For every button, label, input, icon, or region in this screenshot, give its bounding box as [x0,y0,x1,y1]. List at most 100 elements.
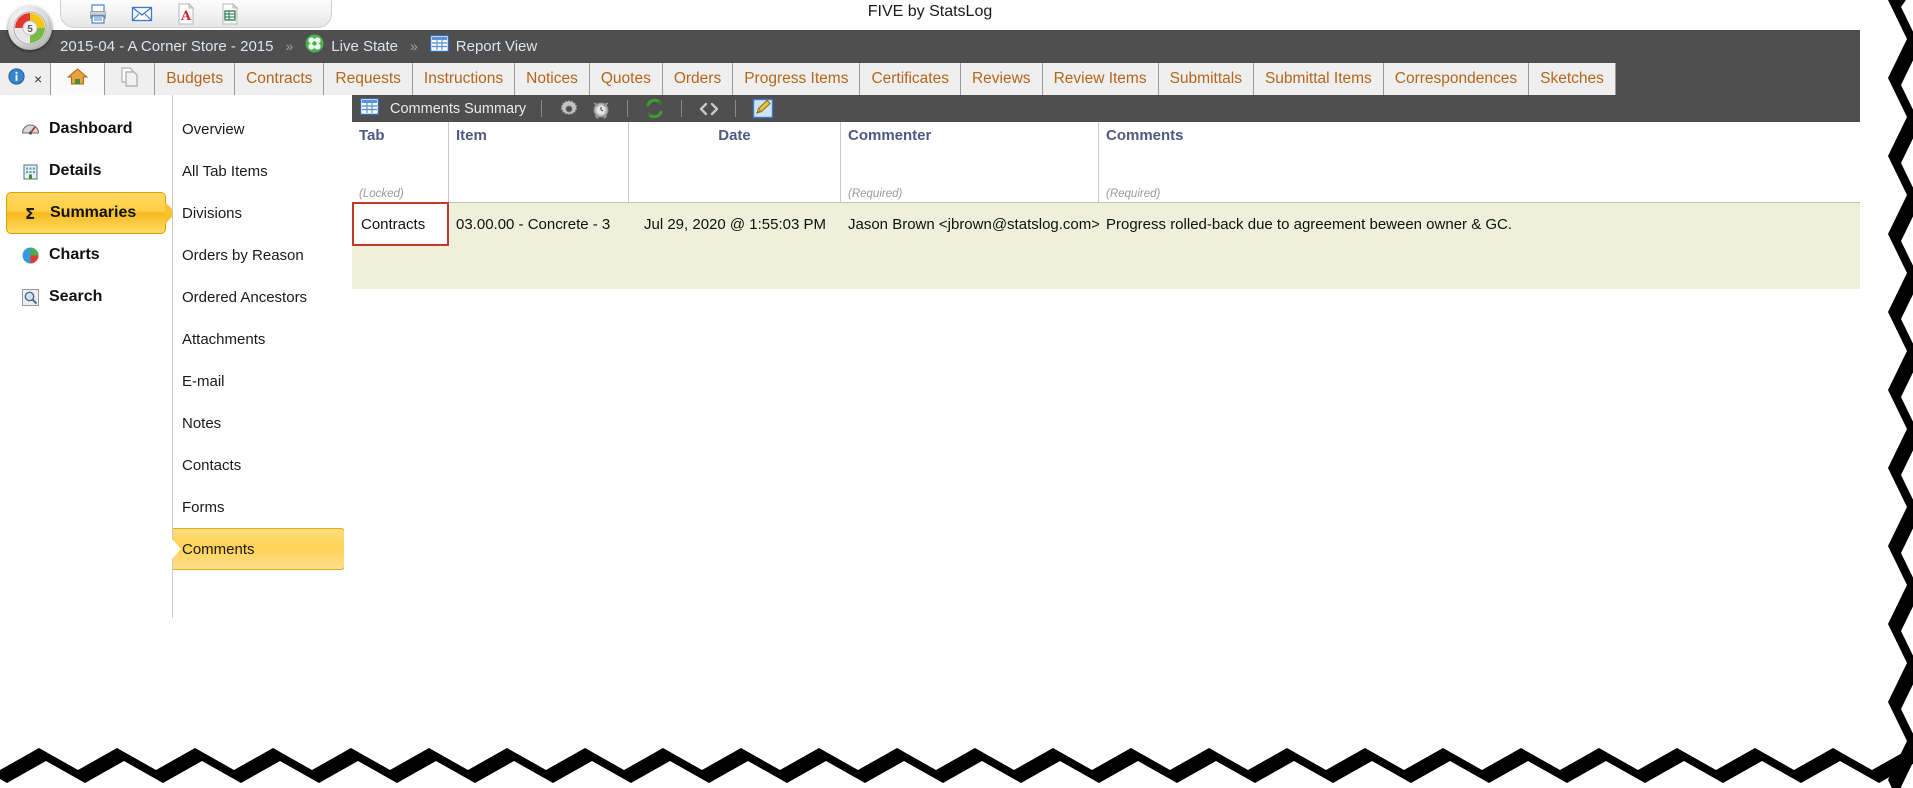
excel-icon[interactable] [217,2,243,26]
panel-title: Comments Summary [390,100,527,117]
cell-comments[interactable]: Progress rolled-back due to agreement be… [1099,203,1860,245]
magnifier-icon [20,287,40,307]
subnav-item-e-mail[interactable]: E-mail [173,360,344,402]
toolbar-divider [627,100,629,117]
report-grid: Tab (Locked) Item Date Commenter (Required) Co… [352,122,1860,289]
cell-item[interactable]: 03.00.00 - Concrete - 3 [449,203,629,245]
subnav-item-label: Forms [182,498,225,516]
subnav-item-label: Ordered Ancestors [182,288,308,306]
tab-sketches[interactable]: Sketches [1529,63,1616,95]
breadcrumb-project[interactable]: 2015-04 - A Corner Store - 2015 [60,38,273,55]
sigma-icon: Σ [21,203,41,223]
breadcrumb-report-view[interactable]: Report View [429,34,538,57]
toolbar-divider [541,100,543,117]
building-icon [20,161,40,181]
table-row[interactable] [352,245,1860,289]
primary-sidebar: Dashboard Details Σ Summaries Charts Search [0,95,172,618]
sidebar-item-label: Charts [49,246,100,263]
subnav-item-attachments[interactable]: Attachments [173,318,344,360]
tab-orders[interactable]: Orders [662,63,734,95]
sidebar-item-summaries[interactable]: Σ Summaries [6,192,166,234]
tab-progress-items[interactable]: Progress Items [733,63,861,95]
tab-quotes[interactable]: Quotes [589,63,663,95]
column-header-item[interactable]: Item [449,122,629,202]
tab-correspondences[interactable]: Correspondences [1383,63,1530,95]
cell-tab[interactable]: Contracts [352,202,449,246]
cell-commenter[interactable]: Jason Brown <jbrown@statslog.com> [841,203,1099,245]
edit-pencil-icon[interactable] [751,98,774,120]
column-header-date[interactable]: Date [629,122,841,202]
column-header-tab[interactable]: Tab (Locked) [352,122,449,202]
subnav-item-label: All Tab Items [182,162,268,180]
cell-date[interactable]: Jul 29, 2020 @ 1:55:03 PM [629,203,841,245]
subnav-item-label: Attachments [182,330,266,348]
settings-gear-icon[interactable] [557,98,580,120]
email-icon[interactable] [129,2,155,26]
sidebar-item-charts[interactable]: Charts [6,234,166,276]
subnav-item-overview[interactable]: Overview [173,108,344,150]
toolbar-divider [735,100,737,117]
subnav-item-comments[interactable]: Comments [173,528,345,570]
tab-certificates[interactable]: Certificates [860,63,961,95]
column-header-commenter[interactable]: Commenter (Required) [841,122,1099,202]
subnav-item-orders-by-reason[interactable]: Orders by Reason [173,234,344,276]
subnav-item-notes[interactable]: Notes [173,402,344,444]
gauge-icon [20,119,40,139]
column-header-comments[interactable]: Comments (Required) [1099,122,1860,202]
tab-documents[interactable] [105,63,156,95]
tab-budgets[interactable]: Budgets [155,63,236,95]
subnav-item-forms[interactable]: Forms [173,486,344,528]
tab-contracts[interactable]: Contracts [235,63,325,95]
svg-text:A: A [180,9,192,24]
cell-tab[interactable] [352,245,449,289]
sidebar-item-label: Details [49,162,102,179]
subnav-item-label: Comments [182,540,255,558]
toolbar-divider [681,100,683,117]
column-header-label: Commenter [848,127,932,144]
breadcrumb-live-state[interactable]: Live State [305,34,398,58]
table-row[interactable]: Contracts 03.00.00 - Concrete - 3 Jul 29, … [352,202,1860,246]
subnav-item-ordered-ancestors[interactable]: Ordered Ancestors [173,276,344,318]
breadcrumb-separator-1: » [285,38,294,54]
app-logo-orb[interactable]: 5 [8,6,52,50]
breadcrumb: 2015-04 - A Corner Store - 2015 » Live S… [0,30,1860,62]
sidebar-item-dashboard[interactable]: Dashboard [6,108,166,150]
tab-home[interactable] [51,63,106,95]
tab-submittals[interactable]: Submittals [1158,63,1254,95]
tab-notices[interactable]: Notices [515,63,590,95]
sidebar-item-details[interactable]: Details [6,150,166,192]
tab-review-items[interactable]: Review Items [1042,63,1159,95]
table-grid-icon [429,34,449,57]
panel-toolbar: Comments Summary [352,95,1860,122]
sidebar-item-search[interactable]: Search [6,276,166,318]
tab-instructions[interactable]: Instructions [412,63,516,95]
sidebar-item-label: Dashboard [49,120,133,137]
copy-pages-icon [119,66,140,92]
subnav-item-divisions[interactable]: Divisions [173,192,344,234]
torn-edge-right [1888,0,1913,788]
breadcrumb-report-view-label: Report View [455,37,538,55]
tab-requests[interactable]: Requests [324,63,413,95]
tab-reviews[interactable]: Reviews [960,63,1043,95]
quick-access-toolbar: A [60,0,332,28]
home-icon [66,67,89,91]
cell-date[interactable] [629,245,841,289]
cell-comments[interactable] [1099,245,1860,289]
subnav-item-label: Divisions [182,204,243,222]
close-icon[interactable]: × [34,71,42,87]
secondary-sidebar: Overview All Tab Items Divisions Orders by … [172,95,345,618]
refresh-icon[interactable] [643,98,666,120]
cell-commenter[interactable] [841,245,1099,289]
subnav-item-label: Orders by Reason [182,246,304,264]
alarm-clock-icon[interactable] [589,98,612,120]
subnav-item-all-tab-items[interactable]: All Tab Items [173,150,344,192]
pdf-icon[interactable]: A [173,2,199,26]
tab-submittal-items[interactable]: Submittal Items [1253,63,1384,95]
tab-info[interactable]: × [0,63,52,95]
cell-item[interactable] [449,245,629,289]
subnav-item-contacts[interactable]: Contacts [173,444,344,486]
svg-text:Σ: Σ [25,205,35,223]
column-header-label: Date [718,127,751,144]
print-icon[interactable] [85,2,111,26]
code-brackets-icon[interactable] [697,98,720,120]
